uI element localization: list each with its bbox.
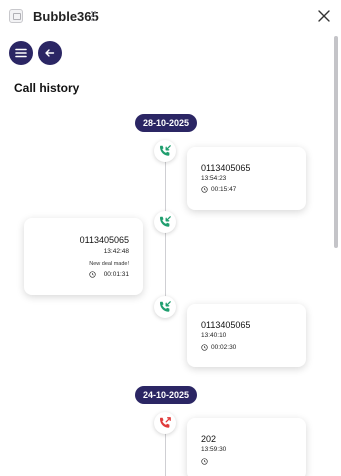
call-node [154,412,176,434]
call-card[interactable]: 0113405065 13:54:23 00:15:47 [187,147,306,210]
clock-icon [89,271,96,278]
back-button[interactable] [38,41,62,65]
call-number: 0113405065 [79,235,129,245]
call-time: 13:59:30 [201,446,227,453]
call-card[interactable]: 0113405065 13:42:48 New deal made! 00:01… [24,218,143,295]
call-number: 0113405065 [201,320,251,330]
app-title: Bubble365 [33,9,99,24]
app-window-icon [9,9,23,23]
call-node [154,296,176,318]
missed-call-icon [160,417,171,428]
close-icon [318,10,330,22]
call-duration: 00:01:31 [103,271,129,278]
date-pill: 24-10-2025 [135,386,197,404]
page-title: Call history [14,81,80,95]
call-duration: 00:02:30 [211,344,237,351]
close-button[interactable] [316,8,332,24]
call-time: 13:40:10 [201,332,227,339]
call-number: 0113405065 [201,163,251,173]
hamburger-menu-icon [15,48,27,58]
timeline-line [165,155,166,311]
incoming-call-icon [160,216,171,227]
arrow-left-icon [45,49,55,57]
clock-icon [201,344,208,351]
call-time: 13:54:23 [201,175,227,182]
title-bar: Bubble365 [0,0,341,34]
call-card[interactable]: 202 13:59:30 [187,418,306,476]
menu-button[interactable] [9,41,33,65]
call-node [154,211,176,233]
call-node [154,140,176,162]
incoming-call-icon [160,145,171,156]
call-note: New deal made! [89,261,129,267]
call-card[interactable]: 0113405065 13:40:10 00:02:30 [187,304,306,367]
drag-handle-icon[interactable] [91,11,97,21]
incoming-call-icon [160,301,171,312]
call-duration: 00:15:47 [211,186,237,193]
call-time: 13:42:48 [103,248,129,255]
scrollbar-thumb[interactable] [334,36,338,248]
clock-icon [201,458,208,465]
date-pill: 28-10-2025 [135,114,197,132]
clock-icon [201,186,208,193]
call-number: 202 [201,434,217,444]
